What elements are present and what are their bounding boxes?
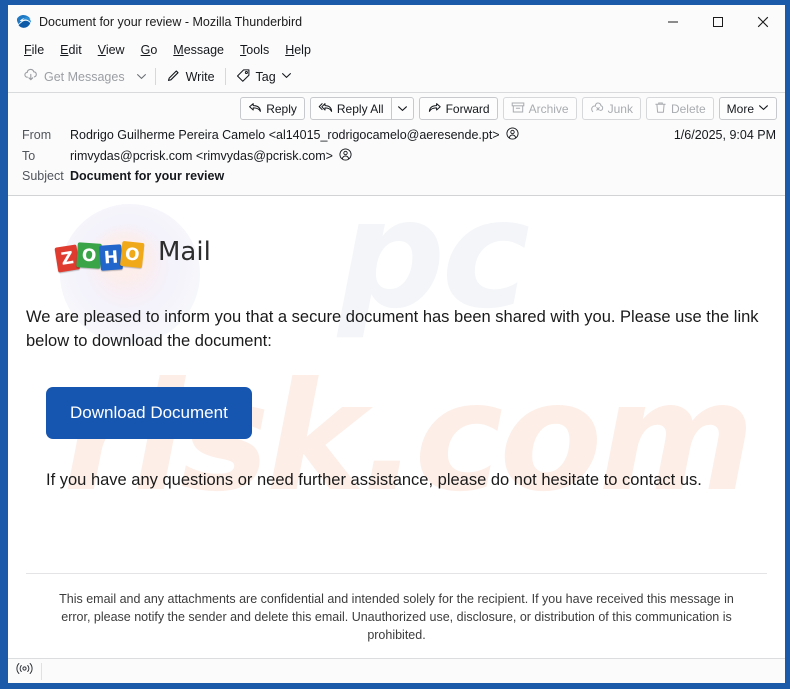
message-body: pc risk.com Z O H O Mail We are pleased xyxy=(8,196,785,658)
subject-value: Document for your review xyxy=(70,169,225,183)
from-value[interactable]: Rodrigo Guilherme Pereira Camelo <al1401… xyxy=(70,127,664,143)
tag-icon xyxy=(236,68,251,86)
from-address: Rodrigo Guilherme Pereira Camelo <al1401… xyxy=(70,128,500,142)
to-address: rimvydas@pcrisk.com <rimvydas@pcrisk.com… xyxy=(70,149,333,163)
menu-bar: File Edit View Go Message Tools Help xyxy=(8,38,785,61)
title-bar: Document for your review - Mozilla Thund… xyxy=(8,5,785,38)
zoho-logo-word: Mail xyxy=(158,237,211,267)
forward-button[interactable]: Forward xyxy=(418,97,498,120)
thunderbird-window: Document for your review - Mozilla Thund… xyxy=(0,0,790,689)
delete-button[interactable]: Delete xyxy=(645,97,714,120)
contact-paragraph: If you have any questions or need furthe… xyxy=(46,470,702,489)
reply-button[interactable]: Reply xyxy=(240,97,305,120)
minimize-icon xyxy=(667,21,678,22)
junk-button[interactable]: Junk xyxy=(581,97,641,120)
intro-paragraph: We are pleased to inform you that a secu… xyxy=(26,308,759,350)
reply-all-dropdown[interactable] xyxy=(391,97,414,120)
reply-all-group: Reply All xyxy=(309,97,414,120)
footer-disclaimer: This email and any attachments are confi… xyxy=(59,591,734,642)
pencil-icon xyxy=(166,68,181,86)
menu-item-help[interactable]: Help xyxy=(278,41,318,59)
write-label: Write xyxy=(185,69,215,84)
reply-icon xyxy=(248,101,262,117)
reply-all-label: Reply All xyxy=(336,101,384,116)
window-title: Document for your review - Mozilla Thund… xyxy=(39,14,303,29)
status-text xyxy=(41,662,785,680)
message-date: 1/6/2025, 9:04 PM xyxy=(673,128,776,142)
menu-item-tools[interactable]: Tools xyxy=(233,41,276,59)
write-button[interactable]: Write xyxy=(159,65,222,89)
header-row-subject: Subject Document for your review xyxy=(8,167,785,188)
thunderbird-icon xyxy=(15,13,32,30)
reply-all-icon xyxy=(318,101,333,117)
window-controls xyxy=(650,5,785,38)
menu-item-go[interactable]: Go xyxy=(134,41,165,59)
header-row-from: From Rodrigo Guilherme Pereira Camelo <a… xyxy=(8,125,785,146)
get-messages-button[interactable]: Get Messages xyxy=(16,65,132,89)
menu-item-message[interactable]: Message xyxy=(166,41,231,59)
subject-label: Subject xyxy=(22,169,64,183)
to-label: To xyxy=(22,149,36,163)
reply-all-button[interactable]: Reply All xyxy=(309,97,392,120)
header-row-to: To rimvydas@pcrisk.com <rimvydas@pcrisk.… xyxy=(8,146,785,167)
forward-label: Forward xyxy=(445,101,490,116)
zoho-tile-h: H xyxy=(99,244,123,271)
chevron-down-icon xyxy=(397,106,407,112)
junk-label: Junk xyxy=(607,101,633,116)
message-body-inner: Z O H O Mail We are pleased to inform yo… xyxy=(8,196,785,658)
title-bar-left: Document for your review - Mozilla Thund… xyxy=(8,13,302,30)
tag-label: Tag xyxy=(255,69,276,84)
zoho-tile-o2: O xyxy=(119,240,145,269)
forward-icon xyxy=(427,101,442,117)
more-button[interactable]: More xyxy=(718,97,777,120)
get-messages-label: Get Messages xyxy=(44,69,125,84)
zoho-logo-tiles: Z O H O xyxy=(54,235,145,273)
contact-icon[interactable] xyxy=(506,127,519,143)
menu-item-view[interactable]: View xyxy=(91,41,132,59)
broadcast-icon[interactable] xyxy=(16,662,33,680)
message-body-content: Z O H O Mail We are pleased to inform yo… xyxy=(8,196,785,547)
delete-label: Delete xyxy=(670,101,706,116)
zoho-mail-logo: Z O H O Mail xyxy=(54,232,769,273)
zoho-tile-o1: O xyxy=(76,242,102,269)
toolbar-separator-1 xyxy=(154,68,156,85)
window-client-area: Document for your review - Mozilla Thund… xyxy=(8,5,785,683)
close-icon xyxy=(757,16,768,27)
menu-item-edit[interactable]: Edit xyxy=(53,41,89,59)
minimize-button[interactable] xyxy=(650,5,695,38)
close-button[interactable] xyxy=(740,5,785,38)
cloud-download-icon xyxy=(23,67,39,86)
to-value[interactable]: rimvydas@pcrisk.com <rimvydas@pcrisk.com… xyxy=(70,148,776,164)
trash-icon xyxy=(654,101,667,117)
message-header: From Rodrigo Guilherme Pereira Camelo <a… xyxy=(8,124,785,196)
maximize-icon xyxy=(712,16,723,27)
chevron-down-icon xyxy=(137,74,147,80)
archive-button[interactable]: Archive xyxy=(502,97,577,120)
tag-button[interactable]: Tag xyxy=(229,65,299,89)
more-label: More xyxy=(726,101,754,116)
contact-icon[interactable] xyxy=(339,148,352,164)
main-toolbar: Get Messages Write Tag xyxy=(8,61,785,93)
toolbar-separator-2 xyxy=(224,68,226,85)
download-document-button[interactable]: Download Document xyxy=(46,386,252,439)
reply-label: Reply xyxy=(266,101,297,116)
maximize-button[interactable] xyxy=(695,5,740,38)
menu-item-file[interactable]: File xyxy=(17,41,51,59)
message-action-toolbar: Reply Reply All Forward Archive Junk Del… xyxy=(8,93,785,124)
chevron-down-icon xyxy=(758,102,769,116)
get-messages-dropdown[interactable] xyxy=(132,65,152,89)
from-label: From xyxy=(22,128,52,142)
chevron-down-icon xyxy=(281,70,292,84)
status-bar xyxy=(8,658,785,683)
junk-icon xyxy=(590,101,604,117)
archive-label: Archive xyxy=(528,101,569,116)
archive-icon xyxy=(511,101,525,117)
